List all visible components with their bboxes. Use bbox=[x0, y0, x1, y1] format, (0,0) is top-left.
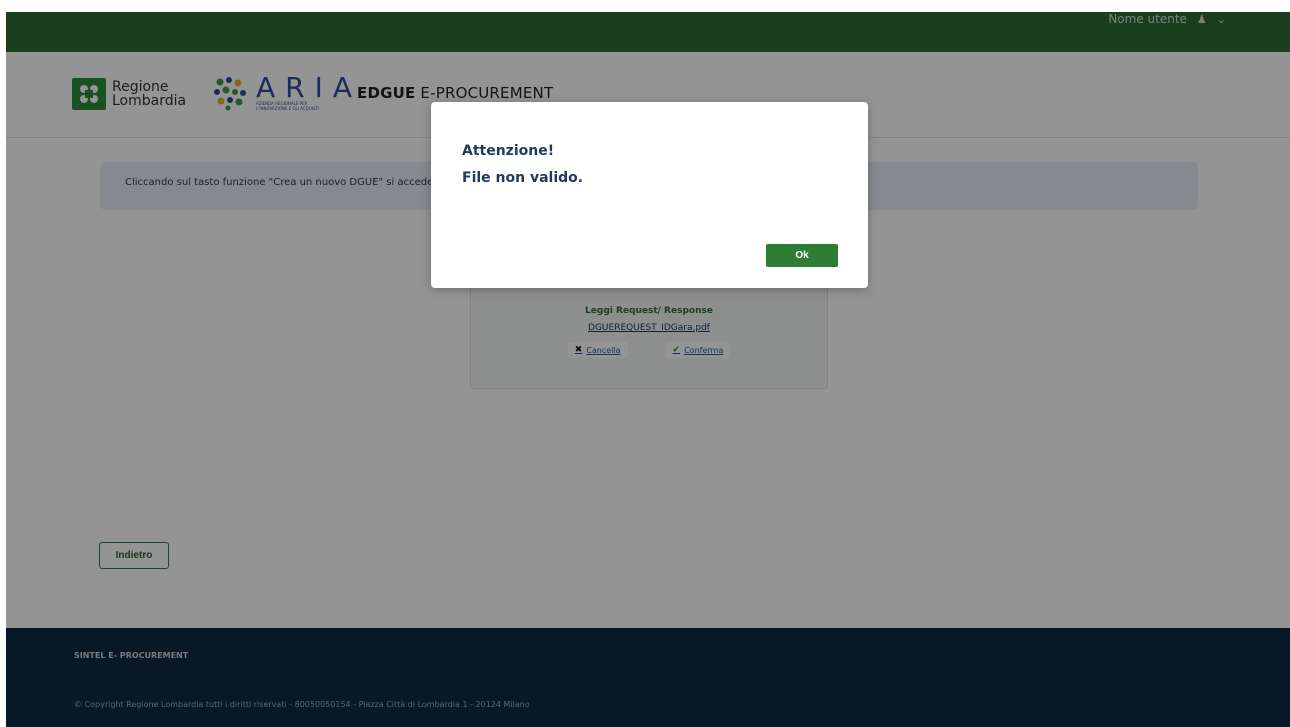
dialog-title: Attenzione! bbox=[462, 143, 555, 159]
alert-dialog: Attenzione! File non valido. Ok bbox=[431, 102, 868, 288]
dialog-message: File non valido. bbox=[462, 170, 584, 186]
ok-button[interactable]: Ok bbox=[766, 244, 838, 267]
